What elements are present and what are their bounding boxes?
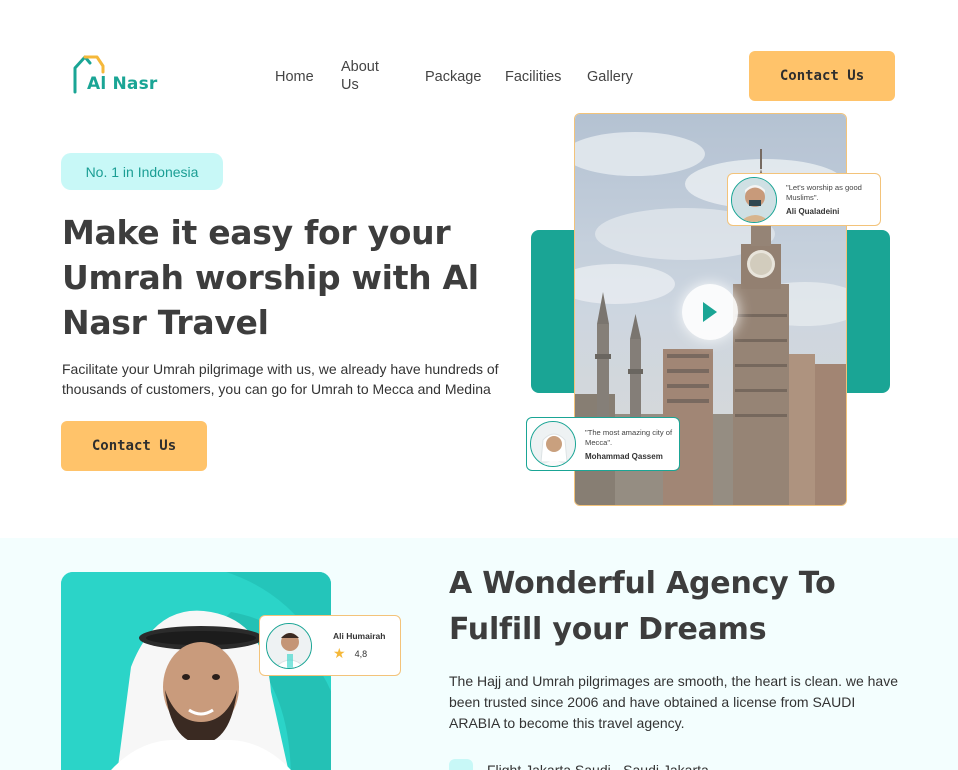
avatar — [266, 622, 312, 669]
reviewer-name: Ali Humairah — [333, 630, 386, 641]
testimonial-quote: "Let's worship as good Muslims". — [786, 183, 862, 202]
avatar — [731, 176, 777, 223]
testimonial-name: Ali Qualadeini — [786, 207, 840, 216]
hero-description: Facilitate your Umrah pilgrimage with us… — [62, 361, 499, 397]
star-icon: ★ — [333, 645, 346, 662]
testimonial-card: "The most amazing city of Mecca". Mohamm… — [526, 417, 680, 471]
feature-label: Flight Jakarta Saudi - Saudi Jakarta — [487, 762, 709, 770]
about-description: The Hajj and Umrah pilgrimages are smoot… — [449, 673, 898, 731]
nav-package[interactable]: Package — [425, 68, 481, 86]
about-title: A Wonderful Agency To Fulfill your Dream… — [449, 566, 836, 647]
header-contact-button[interactable]: Contact Us — [749, 51, 895, 101]
feature-item: Flight Jakarta Saudi - Saudi Jakarta — [449, 759, 709, 770]
rating-score: 4,8 — [354, 648, 368, 659]
ranking-badge: No. 1 in Indonesia — [61, 153, 223, 190]
hero-title: Make it easy for your Umrah worship with… — [62, 213, 479, 342]
testimonial-name: Mohammad Qassem — [585, 451, 663, 461]
testimonial-quote: "The most amazing city of Mecca". — [585, 427, 673, 447]
hero-contact-button[interactable]: Contact Us — [61, 421, 207, 471]
play-icon — [703, 302, 717, 322]
avatar — [530, 421, 576, 467]
play-video-button[interactable] — [682, 284, 738, 340]
nav-gallery[interactable]: Gallery — [587, 68, 633, 86]
brand-name: Al Nasr — [87, 74, 158, 94]
rating-card: Ali Humairah ★ 4,8 — [259, 615, 401, 676]
nav-about-us[interactable]: About Us — [341, 58, 389, 94]
nav-facilities[interactable]: Facilities — [505, 68, 561, 86]
nav-home[interactable]: Home — [275, 68, 314, 86]
testimonial-card: "Let's worship as good Muslims". Ali Qua… — [727, 173, 881, 226]
plane-icon — [449, 759, 473, 770]
brand-logo[interactable]: Al Nasr — [72, 52, 162, 96]
